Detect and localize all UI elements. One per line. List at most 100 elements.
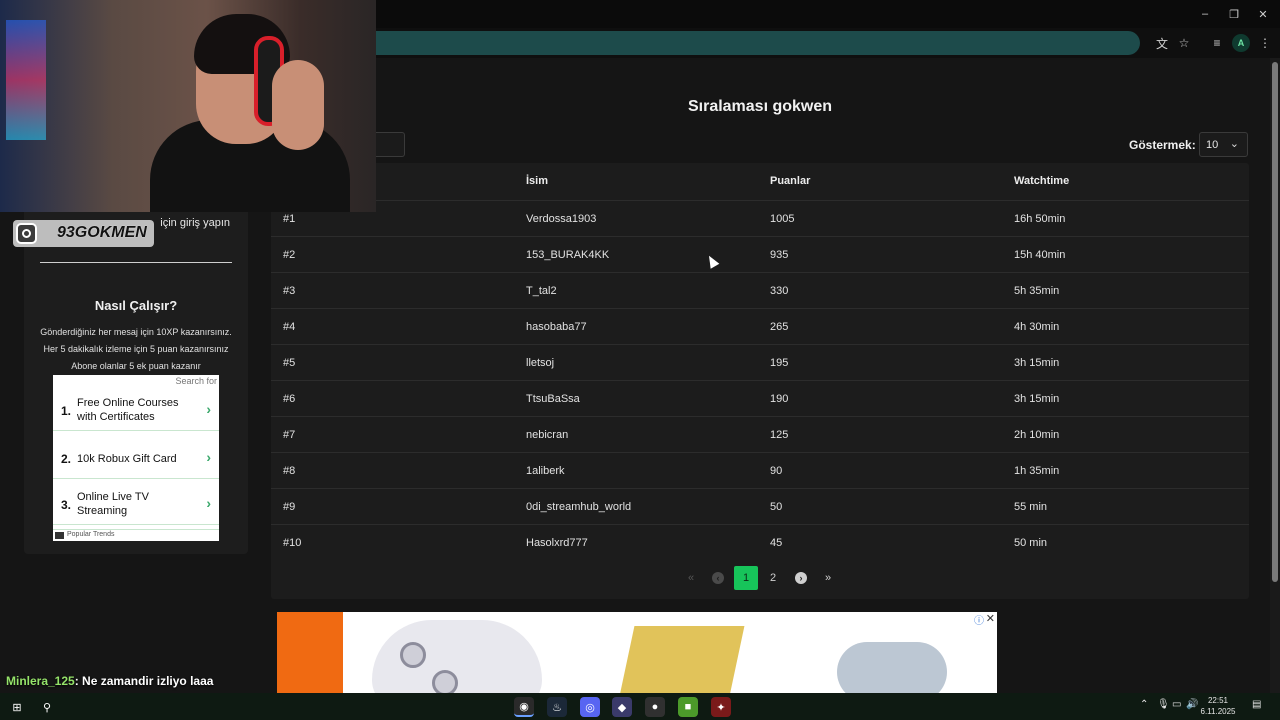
- product-image: [619, 626, 745, 693]
- leaderboard-table: İsim Puanlar Watchtime #1 Verdossa1903 1…: [271, 163, 1249, 599]
- rank-cell: #8: [283, 465, 296, 477]
- rank-cell: #2: [283, 249, 296, 261]
- watchtime-cell: 5h 35min: [1014, 285, 1060, 297]
- obs-icon[interactable]: ●: [645, 697, 665, 717]
- points-cell: 1005: [770, 213, 795, 225]
- rank-cell: #1: [283, 213, 296, 225]
- rank-cell: #9: [283, 501, 296, 513]
- points-cell: 935: [770, 249, 789, 261]
- chat-text: : Ne zamandir izliyo laaa: [74, 674, 214, 688]
- minecraft-icon[interactable]: ■: [678, 697, 698, 717]
- close-window-button[interactable]: ✕: [1246, 0, 1280, 28]
- windows-start-icon[interactable]: ⊞: [7, 697, 27, 717]
- webcam-overlay: [0, 0, 376, 212]
- points-cell: 195: [770, 357, 789, 369]
- watchtime-cell: 3h 15min: [1014, 393, 1060, 405]
- side-ad: Search for 1. Free Online Courses with C…: [53, 375, 219, 541]
- name-cell: hasobaba77: [526, 321, 587, 333]
- notifications-icon[interactable]: ▤: [1252, 699, 1261, 710]
- name-cell: lletsoj: [526, 357, 555, 369]
- table-row: #3 T_tal2 330 5h 35min: [271, 272, 1249, 308]
- chevron-right-icon: ›: [206, 401, 211, 417]
- how-it-works-title: Nasıl Çalışır?: [94, 298, 178, 313]
- points-cell: 330: [770, 285, 789, 297]
- table-row: #10 Hasolxrd777 45 50 min: [271, 524, 1249, 560]
- show-entries-value: 10: [1206, 139, 1219, 151]
- chrome-icon[interactable]: ◉: [514, 697, 534, 717]
- search-input[interactable]: [372, 132, 405, 157]
- table-row: #2 153_BURAK4KK 935 15h 40min: [271, 236, 1249, 272]
- search-icon[interactable]: ⚲: [37, 697, 57, 717]
- name-cell: TtsuBaSsa: [526, 393, 580, 405]
- name-cell: 0di_streamhub_world: [526, 501, 632, 513]
- instagram-badge: 93GOKMEN: [13, 220, 154, 247]
- reading-list-icon[interactable]: ≡: [1208, 34, 1226, 52]
- ad-search-label: Search for: [175, 376, 217, 386]
- show-entries-label: Göstermek:: [1129, 138, 1196, 152]
- microphone-icon[interactable]: 🎙: [1157, 699, 1170, 710]
- scrollbar-thumb[interactable]: [1272, 62, 1278, 582]
- column-header-watchtime[interactable]: Watchtime: [1014, 175, 1069, 187]
- name-cell: 1aliberk: [526, 465, 565, 477]
- bookmark-star-icon[interactable]: ☆: [1175, 34, 1193, 52]
- prev-page-button[interactable]: ‹: [706, 566, 730, 590]
- watchtime-cell: 1h 35min: [1014, 465, 1060, 477]
- rgb-lights: [6, 20, 46, 140]
- streamer-hand: [272, 60, 324, 150]
- steam-icon[interactable]: ♨: [547, 697, 567, 717]
- instagram-icon: [16, 223, 37, 244]
- chevron-down-icon: ⌄: [1229, 138, 1239, 150]
- first-page-button[interactable]: «: [679, 566, 703, 590]
- network-icon[interactable]: ▭: [1172, 699, 1181, 710]
- ad-link[interactable]: 3. Online Live TV Streaming ›: [53, 485, 219, 525]
- table-row: #5 lletsoj 195 3h 15min: [271, 344, 1249, 380]
- translate-icon[interactable]: 文: [1153, 34, 1171, 52]
- rank-cell: #4: [283, 321, 296, 333]
- show-entries-select[interactable]: 10 ⌄: [1199, 132, 1248, 157]
- rank-cell: #3: [283, 285, 296, 297]
- ad-close-icon[interactable]: ✕: [986, 612, 995, 625]
- ad-text: Free Online Courses with Certificates: [77, 397, 179, 423]
- discord-icon[interactable]: ◎: [580, 697, 600, 717]
- ad-number: 2.: [61, 452, 72, 466]
- ad-orange-panel: [277, 612, 343, 693]
- windows-taskbar: ⊞ ⚲ ◉ ♨ ◎ ◆ ● ■ ✦ ⌃ 🎙 ▭ 🔊 22:51 6.11.202…: [0, 693, 1280, 720]
- volume-icon[interactable]: 🔊: [1186, 699, 1198, 710]
- bottom-banner-ad[interactable]: ⓘ ✕: [277, 612, 997, 693]
- table-row: #8 1aliberk 90 1h 35min: [271, 452, 1249, 488]
- tray-chevron-icon[interactable]: ⌃: [1140, 699, 1148, 710]
- ad-link[interactable]: 1. Free Online Courses with Certificates…: [53, 391, 219, 431]
- points-cell: 190: [770, 393, 789, 405]
- column-header-name[interactable]: İsim: [526, 175, 548, 187]
- column-header-points[interactable]: Puanlar: [770, 175, 810, 187]
- name-cell: nebicran: [526, 429, 569, 441]
- browser-menu-icon[interactable]: ⋮: [1256, 34, 1274, 52]
- watchtime-cell: 2h 10min: [1014, 429, 1060, 441]
- table-row: #7 nebicran 125 2h 10min: [271, 416, 1249, 452]
- page-1-button[interactable]: 1: [734, 566, 758, 590]
- table-row: #9 0di_streamhub_world 50 55 min: [271, 488, 1249, 524]
- profile-avatar[interactable]: A: [1232, 34, 1250, 52]
- table-row: #4 hasobaba77 265 4h 30min: [271, 308, 1249, 344]
- points-cell: 50: [770, 501, 783, 513]
- clock-time: 22:51: [1207, 696, 1229, 705]
- chat-username: Minlera_125: [6, 674, 75, 688]
- app-icon[interactable]: ◆: [612, 697, 632, 717]
- ad-link[interactable]: 2. 10k Robux Gift Card ›: [53, 439, 219, 479]
- system-clock[interactable]: 22:51 6.11.2025: [1198, 695, 1238, 717]
- page-2-button[interactable]: 2: [761, 566, 785, 590]
- thumbstick: [432, 670, 458, 693]
- ad-badge-icon: [55, 532, 64, 539]
- table-row: #1 Verdossa1903 1005 16h 50min: [271, 200, 1249, 236]
- rank-cell: #6: [283, 393, 296, 405]
- ad-footer: Popular Trends: [53, 529, 219, 541]
- name-cell: 153_BURAK4KK: [526, 249, 610, 261]
- next-page-button[interactable]: ›: [789, 566, 813, 590]
- address-bar[interactable]: [330, 31, 1140, 55]
- last-page-button[interactable]: »: [816, 566, 840, 590]
- chevron-right-icon: ›: [206, 449, 211, 465]
- ad-info-icon[interactable]: ⓘ: [974, 612, 984, 627]
- game-controller-image: [372, 620, 542, 693]
- name-cell: T_tal2: [526, 285, 557, 297]
- game-icon[interactable]: ✦: [711, 697, 731, 717]
